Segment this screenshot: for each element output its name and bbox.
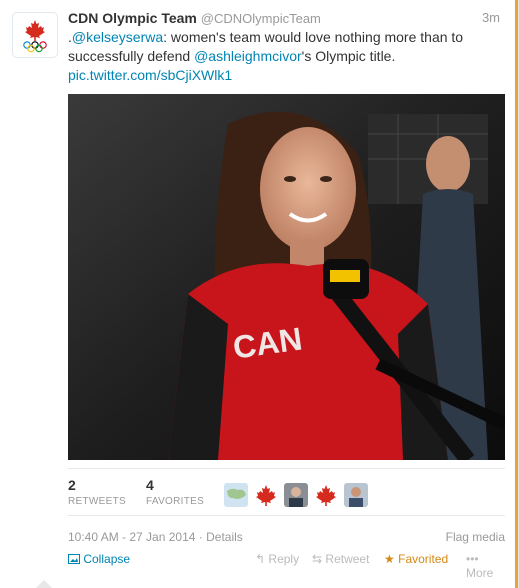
photo-woman-interview: CAN [68, 94, 505, 460]
reply-button[interactable]: ↰ Reply [255, 552, 299, 566]
favoriter-avatar[interactable] [254, 483, 278, 507]
collapse-label: Collapse [83, 552, 131, 566]
more-button[interactable]: ••• More [466, 552, 505, 580]
favorited-label: Favorited [398, 552, 449, 566]
person-avatar-icon [284, 483, 308, 507]
favoriter-avatar[interactable] [314, 483, 338, 507]
mention-kelseyserwa[interactable]: @kelseyserwa [72, 29, 163, 45]
tweet-stats: 2 RETWEETS 4 FAVORITES [68, 468, 505, 516]
favorites-label: FAVORITES [146, 496, 205, 507]
avatar[interactable] [12, 12, 58, 58]
media-photo[interactable]: CAN [68, 94, 505, 460]
reply-icon: ↰ [255, 552, 266, 566]
tweet-actions: Collapse ↰ Reply ⇆ Retweet ★ Favorited •… [68, 552, 505, 580]
retweets-count: 2 [68, 477, 76, 493]
favorites-count: 4 [146, 477, 154, 493]
retweet-label: Retweet [325, 552, 370, 566]
favoriters-avatars [224, 483, 368, 507]
details-link[interactable]: Details [206, 530, 243, 544]
tweet-header: CDN Olympic Team @CDNOlympicTeam 3m [68, 8, 500, 28]
retweets-label: RETWEETS [68, 496, 126, 507]
favoriter-avatar[interactable] [284, 483, 308, 507]
map-avatar-icon [224, 483, 248, 507]
fullname[interactable]: CDN Olympic Team [68, 10, 197, 26]
person-avatar-icon [344, 483, 368, 507]
collapse-button[interactable]: Collapse [68, 552, 130, 566]
retweets-stat[interactable]: 2 RETWEETS [68, 477, 126, 507]
favorited-button[interactable]: ★ Favorited [384, 552, 448, 566]
reply-label: Reply [268, 552, 300, 566]
expand-caret [36, 580, 52, 588]
tweet-card: CDN Olympic Team @CDNOlympicTeam 3m .@ke… [0, 0, 519, 588]
favorites-stat[interactable]: 4 FAVORITES [146, 477, 204, 507]
tweet-time[interactable]: 3m [482, 8, 500, 28]
tweet-text: .@kelseyserwa: women's team would love n… [68, 28, 488, 85]
more-icon: ••• [466, 552, 479, 566]
flag-media-link[interactable]: Flag media [446, 530, 505, 544]
retweet-button[interactable]: ⇆ Retweet [312, 552, 369, 566]
username[interactable]: @CDNOlympicTeam [201, 11, 321, 26]
retweet-icon: ⇆ [312, 552, 323, 566]
maple-leaf-avatar-icon [314, 483, 338, 507]
mention-ashleighmcivor[interactable]: @ashleighmcivor [194, 48, 302, 64]
maple-leaf-avatar-icon [254, 483, 278, 507]
favorite-accent-bar [515, 0, 518, 588]
photo-icon [68, 554, 80, 564]
tweet-meta: 10:40 AM - 27 Jan 2014 · Details Flag me… [68, 530, 505, 548]
cdn-olympic-logo-icon [23, 20, 47, 53]
more-label: More [466, 566, 494, 580]
favoriter-avatar[interactable] [344, 483, 368, 507]
star-icon: ★ [384, 552, 395, 566]
text-part: 's Olympic title. [301, 48, 396, 64]
media-link[interactable]: pic.twitter.com/sbCjiXWlk1 [68, 67, 232, 83]
meta-separator: · [198, 530, 203, 544]
favoriter-avatar[interactable] [224, 483, 248, 507]
tweet-timestamp[interactable]: 10:40 AM - 27 Jan 2014 [68, 530, 195, 544]
